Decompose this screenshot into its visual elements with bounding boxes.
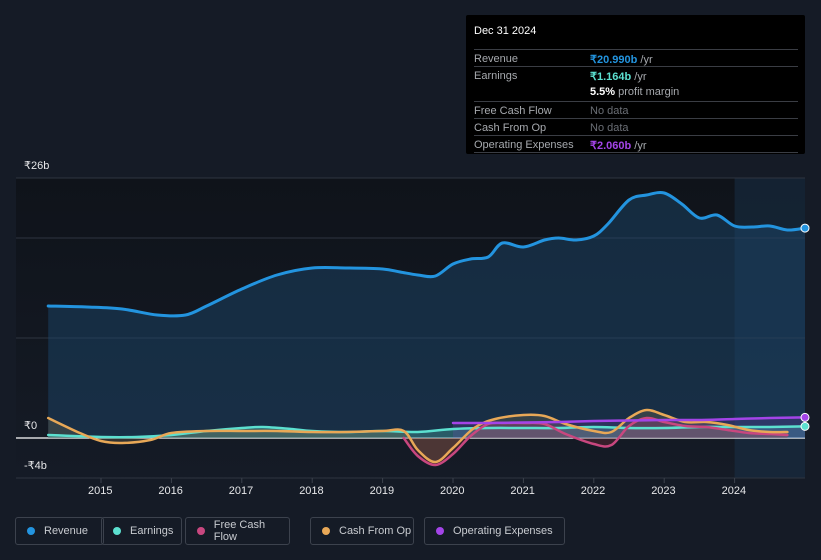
legend-item-operating-expenses[interactable]: Operating Expenses [424,517,565,545]
x-tick-label: 2021 [510,485,535,497]
x-tick-label: 2019 [369,485,395,497]
y-tick-label: ₹0 [24,420,38,432]
tooltip-row-value: ₹1.164b /yr [590,70,647,83]
tooltip-row-label: Cash From Op [474,122,547,134]
tooltip-row-label: Free Cash Flow [474,105,552,117]
x-tick-label: 2018 [299,485,324,497]
tooltip-value-suffix: No data [590,105,629,117]
tooltip-row: Revenue ₹20.990b /yr [474,49,798,67]
legend-label: Free Cash Flow [213,519,266,543]
legend-item-cash-from-op[interactable]: Cash From Op [310,517,414,545]
x-tick-label: 2017 [228,485,254,497]
tooltip-value-amount: 5.5% [590,86,616,98]
x-tick-label: 2015 [88,485,113,497]
legend-dot-icon [27,527,35,535]
tooltip: Dec 31 2024 Revenue ₹20.990b /yr Earnings ₹… [466,15,805,154]
x-tick-label: 2016 [158,485,183,497]
tooltip-row: Earnings ₹1.164b /yr [474,66,798,84]
y-tick-label: ₹26b [24,160,50,172]
legend-label: Cash From Op [339,525,412,537]
tooltip-value-suffix: /yr [631,140,647,152]
tooltip-row-value: No data [590,105,629,117]
legend-item-free-cash-flow[interactable]: Free Cash Flow [185,517,290,545]
tooltip-row-label: Earnings [474,70,518,82]
x-tick-label: 2020 [440,485,465,497]
legend-item-earnings[interactable]: Earnings [101,517,182,545]
legend-dot-icon [197,527,205,535]
tooltip-row: Cash From Op No data [474,118,798,136]
tooltip-row-label: Operating Expenses [474,139,574,151]
y-tick-label: -₹4b [24,460,47,472]
tooltip-value-suffix: profit margin [615,86,680,98]
tooltip-value-amount: ₹20.990b [590,54,638,66]
earnings-endpoint [800,421,810,431]
tooltip-row-value: 5.5% profit margin [590,86,679,98]
legend-dot-icon [322,527,330,535]
tooltip-value-suffix: No data [590,122,629,134]
tooltip-divider [474,152,798,153]
tooltip-value-amount: ₹2.060b [590,140,632,152]
legend-label: Operating Expenses [453,525,553,537]
x-tick-label: 2024 [721,485,747,497]
tooltip-row-value: ₹20.990b /yr [590,53,653,66]
legend-dot-icon [436,527,444,535]
tooltip-value-amount: ₹1.164b [590,71,632,83]
x-tick-label: 2022 [580,485,606,497]
x-axis [100,478,736,483]
x-tick-label: 2023 [651,485,676,497]
legend-label: Revenue [44,525,89,537]
legend-dot-icon [113,527,121,535]
tooltip-value-suffix: /yr [631,71,647,83]
tooltip-row-label: Revenue [474,53,519,65]
operating-expenses-endpoint [800,412,810,422]
tooltip-row-value: ₹2.060b /yr [590,139,647,152]
tooltip-row: Operating Expenses ₹2.060b /yr [474,135,798,153]
tooltip-value-suffix: /yr [637,54,653,66]
tooltip-row-value: No data [590,122,629,134]
revenue-endpoint [800,223,810,233]
tooltip-row: 5.5% profit margin [474,83,798,100]
legend-item-revenue[interactable]: Revenue [15,517,104,545]
tooltip-row: Free Cash Flow No data [474,101,798,119]
legend-label: Earnings [130,525,174,537]
tooltip-date: Dec 31 2024 [474,25,537,37]
